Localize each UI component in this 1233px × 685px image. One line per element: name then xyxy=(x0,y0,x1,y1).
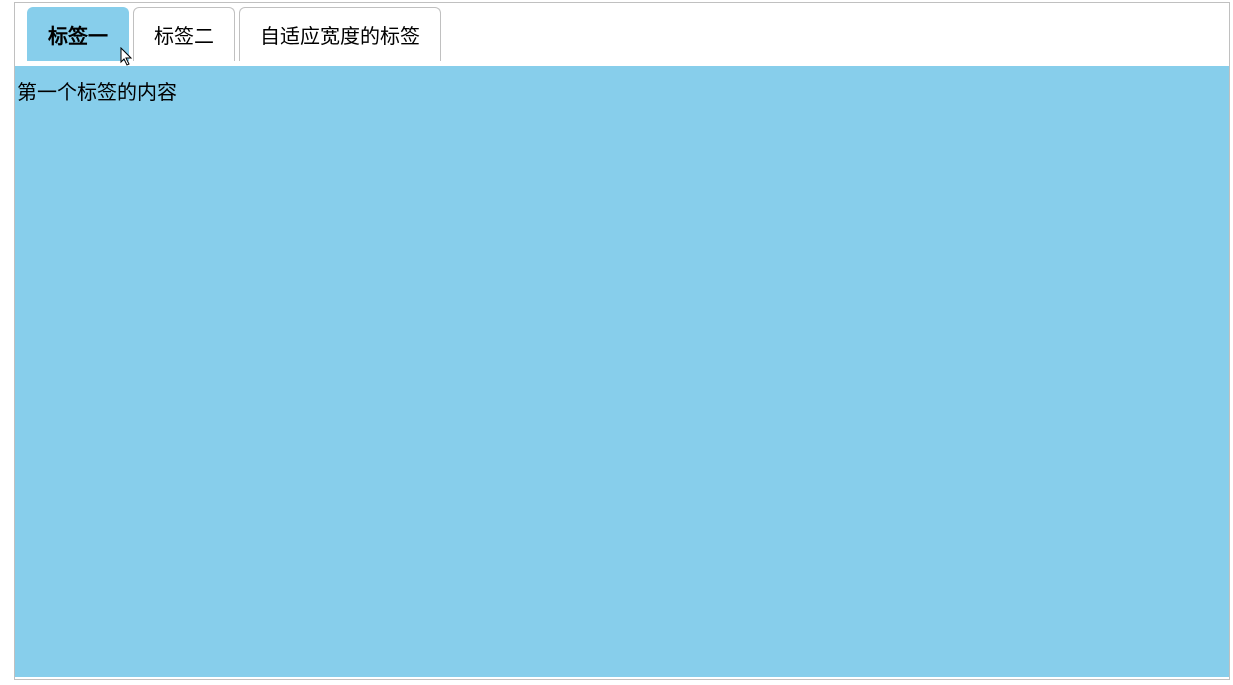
tab-one[interactable]: 标签一 xyxy=(27,7,129,61)
tab-container: 标签一 标签二 自适应宽度的标签 第一个标签的内容 xyxy=(14,2,1230,680)
tab-content-panel: 第一个标签的内容 xyxy=(15,66,1229,677)
tabs-header: 标签一 标签二 自适应宽度的标签 xyxy=(15,3,1229,61)
tab-three[interactable]: 自适应宽度的标签 xyxy=(239,7,441,61)
tab-two[interactable]: 标签二 xyxy=(133,7,235,61)
tab-label: 标签二 xyxy=(154,26,214,48)
tab-label: 标签一 xyxy=(48,26,108,48)
tab-label: 自适应宽度的标签 xyxy=(260,26,420,48)
content-text: 第一个标签的内容 xyxy=(17,82,177,104)
